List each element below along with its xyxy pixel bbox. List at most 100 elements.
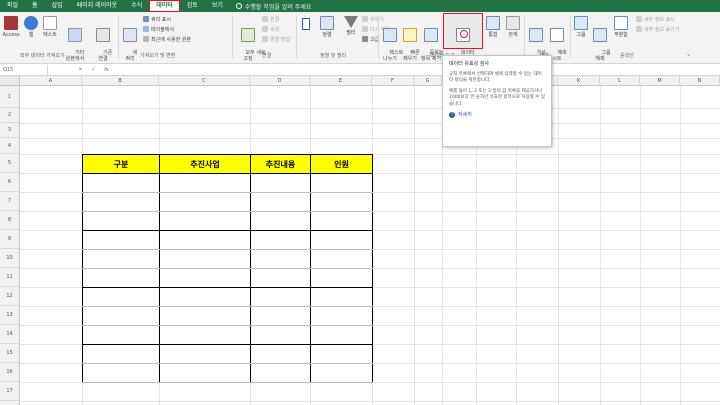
show-queries-button[interactable]: 쿼리 표시 [143, 15, 171, 23]
recent-sources-button[interactable]: 최근에 사용한 원본 [143, 35, 191, 43]
column-header[interactable]: D [250, 76, 310, 86]
new-query-button[interactable]: 새 쿼리 [121, 16, 139, 68]
row-header[interactable]: 15 [0, 344, 20, 363]
table-cell[interactable] [82, 249, 160, 269]
row-header[interactable]: 8 [0, 211, 20, 230]
hide-detail-button[interactable]: 세부 정보 숨기기 [636, 25, 679, 33]
table-cell[interactable] [250, 211, 311, 231]
tab-data[interactable]: 데이터 [149, 0, 180, 12]
row-header[interactable]: 5 [0, 154, 20, 173]
table-cell[interactable] [82, 306, 160, 326]
from-text-button[interactable]: 텍스트 [40, 16, 60, 38]
row-header[interactable]: 3 [0, 123, 20, 138]
header-category[interactable]: 구분 [82, 154, 160, 174]
table-cell[interactable] [250, 344, 311, 364]
table-cell[interactable] [82, 173, 160, 193]
tell-me-more-link[interactable]: ? 자세히 [449, 112, 545, 119]
relationships-button[interactable]: 관계 [505, 16, 521, 38]
row-header[interactable]: 12 [0, 287, 20, 306]
table-cell[interactable] [250, 268, 311, 288]
advanced-filter-button[interactable]: 고급 [362, 35, 379, 43]
show-detail-button[interactable]: 세부 정보 표시 [636, 15, 675, 23]
table-cell[interactable] [82, 344, 160, 364]
table-cell[interactable] [159, 268, 251, 288]
table-cell[interactable] [159, 287, 251, 307]
name-box[interactable]: O15 [0, 64, 48, 75]
tab-review[interactable]: 검토 [180, 0, 205, 12]
table-cell[interactable] [310, 287, 373, 307]
row-header[interactable]: 13 [0, 306, 20, 325]
cancel-entry-icon[interactable]: ✕ [78, 66, 83, 73]
table-cell[interactable] [159, 344, 251, 364]
column-header[interactable]: C [159, 76, 250, 86]
tab-formulas[interactable]: 수식 [124, 0, 149, 12]
row-header[interactable]: 16 [0, 363, 20, 382]
row-header[interactable]: 1 [0, 86, 20, 108]
column-header[interactable]: B [82, 76, 159, 86]
row-header[interactable]: 10 [0, 249, 20, 268]
column-header[interactable]: A [20, 76, 82, 86]
filter-button[interactable]: 필터 [342, 16, 360, 36]
tab-home[interactable]: 홈 [25, 0, 45, 12]
refresh-all-button[interactable]: 모두 새로 고침 [236, 16, 266, 68]
row-header[interactable]: 18 [0, 401, 20, 405]
table-cell[interactable] [159, 192, 251, 212]
table-cell[interactable] [250, 363, 311, 383]
row-header[interactable]: 11 [0, 268, 20, 287]
connections-button[interactable]: 연결 [262, 15, 279, 23]
dialog-launcher-icon[interactable]: ↘ [686, 52, 690, 58]
table-cell[interactable] [310, 344, 373, 364]
table-cell[interactable] [82, 211, 160, 231]
table-cell[interactable] [250, 173, 311, 193]
edit-links-button[interactable]: 연결 편집 [262, 35, 290, 43]
table-cell[interactable] [82, 363, 160, 383]
row-header[interactable]: 7 [0, 192, 20, 211]
tab-insert[interactable]: 삽입 [45, 0, 70, 12]
from-table-button[interactable]: 테이블에서 [143, 25, 174, 33]
sort-az-button[interactable] [300, 18, 312, 32]
remove-duplicates-button[interactable]: 중복된 항목 제거 [420, 16, 443, 68]
table-cell[interactable] [310, 268, 373, 288]
table-cell[interactable] [82, 287, 160, 307]
consolidate-button[interactable]: 통합 [485, 16, 501, 38]
table-cell[interactable] [250, 249, 311, 269]
table-cell[interactable] [82, 268, 160, 288]
row-header[interactable]: 6 [0, 173, 20, 192]
table-cell[interactable] [310, 306, 373, 326]
header-project[interactable]: 추진사업 [159, 154, 251, 174]
existing-connections-button[interactable]: 기존 연결 [92, 16, 114, 68]
table-cell[interactable] [82, 325, 160, 345]
table-cell[interactable] [82, 230, 160, 250]
access-button[interactable]: Access [2, 16, 20, 38]
column-header[interactable]: G [414, 76, 442, 86]
table-cell[interactable] [310, 363, 373, 383]
table-cell[interactable] [250, 306, 311, 326]
text-to-columns-button[interactable]: 텍스트 나누기 [380, 16, 403, 68]
table-cell[interactable] [310, 230, 373, 250]
flash-fill-button[interactable]: 빠른 채우기 [401, 16, 420, 68]
table-cell[interactable] [310, 325, 373, 345]
column-header[interactable]: F [372, 76, 414, 86]
table-cell[interactable] [250, 192, 311, 212]
select-all-corner[interactable] [0, 76, 20, 86]
tab-view[interactable]: 보기 [205, 0, 230, 12]
group-button[interactable]: 그룹 [573, 16, 589, 38]
table-cell[interactable] [250, 230, 311, 250]
subtotal-button[interactable]: 부분합 [611, 16, 631, 38]
table-cell[interactable] [159, 173, 251, 193]
table-cell[interactable] [159, 306, 251, 326]
properties-button[interactable]: 속성 [262, 25, 279, 33]
row-header[interactable]: 9 [0, 230, 20, 249]
tell-me-box[interactable]: 수행할 작업을 알려 주세요 [235, 2, 311, 11]
tab-page-layout[interactable]: 페이지 레이아웃 [70, 0, 125, 12]
from-web-button[interactable]: 웹 [24, 16, 38, 38]
table-cell[interactable] [310, 249, 373, 269]
table-cell[interactable] [250, 325, 311, 345]
table-cell[interactable] [159, 325, 251, 345]
sort-button[interactable]: 정렬 [318, 16, 336, 38]
ungroup-button[interactable]: 그룹 해제 [592, 16, 611, 68]
header-details[interactable]: 추진내용 [250, 154, 311, 174]
table-cell[interactable] [159, 211, 251, 231]
row-header[interactable]: 2 [0, 108, 20, 123]
column-header[interactable]: N [680, 76, 720, 86]
